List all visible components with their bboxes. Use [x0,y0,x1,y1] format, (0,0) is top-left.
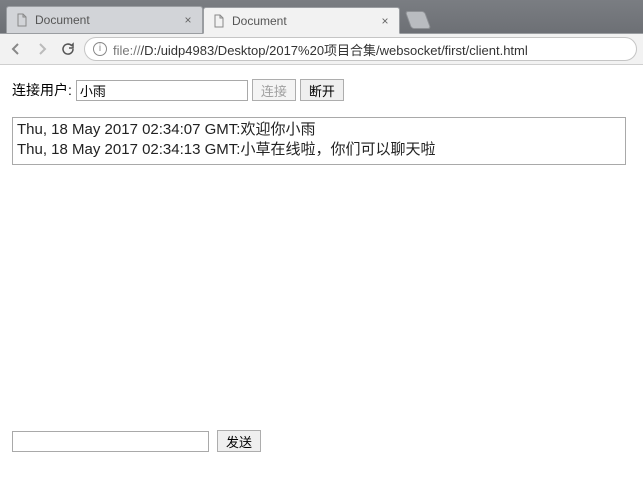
close-icon[interactable]: × [182,14,194,26]
browser-tab-2[interactable]: Document × [203,7,400,34]
browser-toolbar: i file:///D:/uidp4983/Desktop/2017%20项目合… [0,33,643,65]
reload-icon[interactable] [58,39,78,59]
info-icon[interactable]: i [93,42,107,56]
message-log[interactable]: Thu, 18 May 2017 02:34:07 GMT:欢迎你小雨 Thu,… [12,117,626,165]
tab-title: Document [232,14,379,28]
browser-chrome: Document × Document × i file:///D:/uidp4… [0,0,643,65]
file-icon [15,13,29,27]
tab-bar: Document × Document × [0,0,643,33]
new-tab-button[interactable] [405,11,432,29]
forward-icon[interactable] [32,39,52,59]
username-input[interactable] [76,80,248,101]
user-label: 连接用户: [12,80,72,100]
message-input[interactable] [12,431,209,452]
page-content: 连接用户: 连接 断开 Thu, 18 May 2017 02:34:07 GM… [0,65,643,179]
close-icon[interactable]: × [379,15,391,27]
back-icon[interactable] [6,39,26,59]
connect-button[interactable]: 连接 [252,79,296,101]
disconnect-button[interactable]: 断开 [300,79,344,101]
send-button[interactable]: 发送 [217,430,261,452]
send-row: 发送 [12,430,261,452]
browser-tab-1[interactable]: Document × [6,6,203,33]
connection-row: 连接用户: 连接 断开 [12,79,631,101]
tab-title: Document [35,13,182,27]
address-bar[interactable]: i file:///D:/uidp4983/Desktop/2017%20项目合… [84,37,637,61]
url-text: file:///D:/uidp4983/Desktop/2017%20项目合集/… [113,40,528,59]
file-icon [212,14,226,28]
